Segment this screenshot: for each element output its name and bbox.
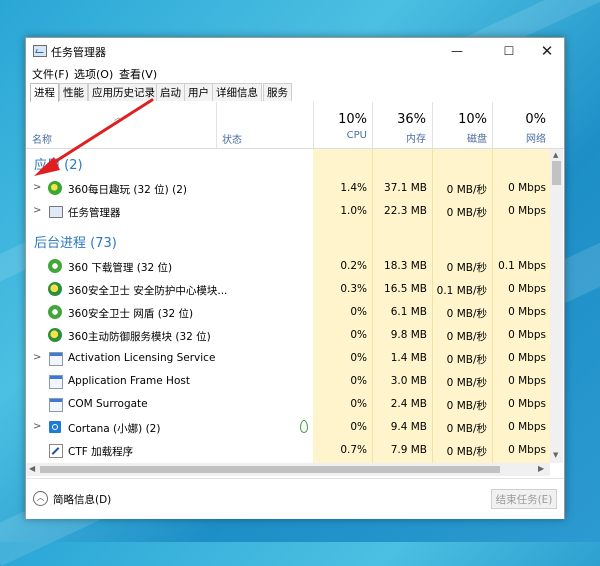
red-annotation-arrow-icon: [34, 98, 154, 176]
